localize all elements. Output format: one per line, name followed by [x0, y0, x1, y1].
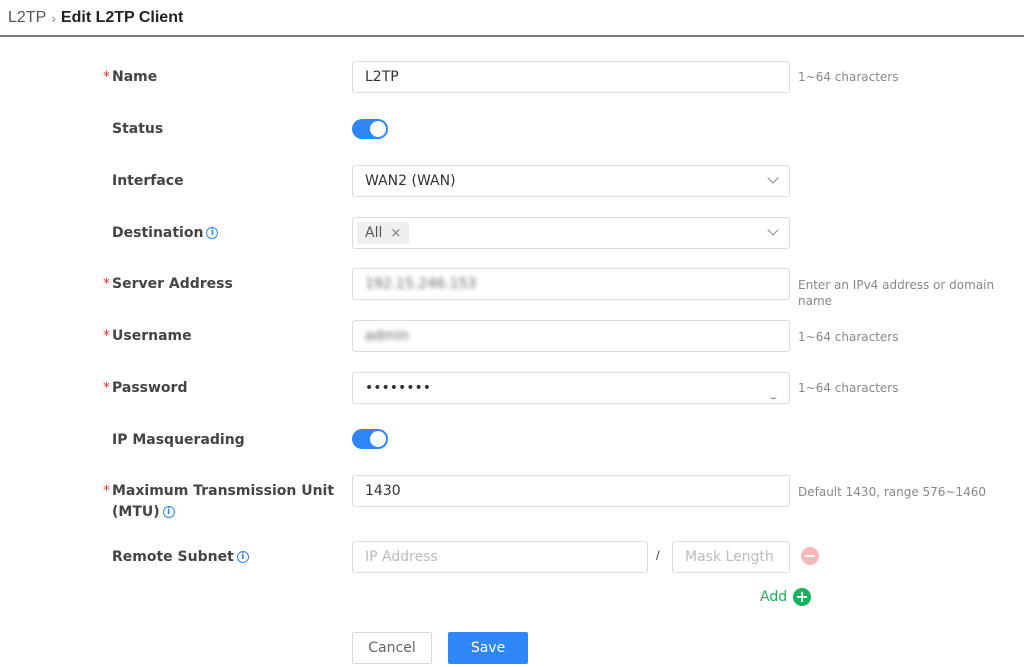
server-address-value: 192.15.246.153: [365, 276, 477, 292]
required-mark: *: [103, 69, 110, 85]
ip-masquerading-toggle[interactable]: [352, 429, 388, 449]
mtu-label-abbrev: (MTU): [112, 504, 160, 520]
username-value: admin: [365, 328, 409, 344]
status-label: Status: [112, 121, 164, 137]
password-input[interactable]: •••••••• ⌣: [352, 372, 790, 404]
toggle-knob: [370, 431, 386, 447]
name-input[interactable]: L2TP: [352, 61, 790, 93]
close-icon[interactable]: ×: [390, 226, 401, 241]
destination-tag-label: All: [365, 225, 383, 241]
page-title: Edit L2TP Client: [60, 8, 184, 26]
name-label: Name: [112, 69, 158, 85]
password-value: ••••••••: [365, 380, 432, 396]
breadcrumb-separator: ›: [51, 9, 56, 26]
interface-value: WAN2 (WAN): [365, 173, 456, 189]
mask-length-placeholder: Mask Length: [685, 549, 774, 565]
breadcrumb: L2TP › Edit L2TP Client: [0, 0, 1024, 37]
mtu-hint: Default 1430, range 576~1460: [798, 485, 987, 499]
username-input[interactable]: admin: [352, 320, 790, 352]
mtu-input[interactable]: 1430: [352, 475, 790, 507]
server-address-label: Server Address: [112, 276, 233, 292]
password-label: Password: [112, 380, 188, 396]
remote-subnet-ip-input[interactable]: IP Address: [352, 541, 648, 573]
destination-label-text: Destination: [112, 225, 204, 241]
remove-subnet-icon[interactable]: −: [801, 547, 819, 565]
toggle-knob: [370, 121, 386, 137]
subnet-separator: /: [656, 548, 660, 563]
eye-hidden-icon[interactable]: ⌣: [770, 383, 777, 413]
cancel-button[interactable]: Cancel: [352, 632, 432, 664]
password-hint: 1~64 characters: [798, 381, 899, 395]
username-hint: 1~64 characters: [798, 330, 899, 344]
save-button[interactable]: Save: [448, 632, 528, 664]
required-mark: *: [103, 328, 110, 344]
chevron-down-icon: [767, 224, 779, 236]
interface-select[interactable]: WAN2 (WAN): [352, 165, 790, 197]
ip-address-placeholder: IP Address: [365, 549, 438, 565]
server-address-input[interactable]: 192.15.246.153: [352, 268, 790, 300]
username-label: Username: [112, 328, 192, 344]
mtu-label: Maximum Transmission Unit: [112, 483, 335, 499]
destination-select[interactable]: All ×: [352, 217, 790, 249]
breadcrumb-parent-link[interactable]: L2TP: [8, 9, 46, 27]
required-mark: *: [103, 483, 110, 499]
add-label: Add: [760, 589, 788, 605]
info-icon[interactable]: i: [206, 227, 219, 239]
chevron-down-icon: [767, 172, 779, 184]
remote-subnet-label: Remote Subnet i: [112, 546, 249, 568]
add-subnet-button[interactable]: Add +: [760, 588, 812, 606]
info-icon[interactable]: i: [162, 506, 175, 518]
required-mark: *: [103, 276, 110, 292]
destination-tag: All ×: [357, 222, 410, 244]
remote-subnet-label-text: Remote Subnet: [112, 549, 234, 565]
ip-masquerading-label: IP Masquerading: [112, 432, 245, 448]
plus-icon: +: [793, 588, 812, 606]
server-address-hint: Enter an IPv4 address or domain name: [798, 278, 995, 308]
required-mark: *: [103, 380, 110, 396]
name-hint: 1~64 characters: [798, 70, 899, 84]
interface-label: Interface: [112, 173, 184, 189]
status-toggle[interactable]: [352, 119, 388, 139]
info-icon[interactable]: i: [236, 551, 249, 563]
remote-subnet-mask-input[interactable]: Mask Length: [672, 541, 790, 573]
destination-label: Destination i: [112, 222, 219, 244]
mtu-label-line2: (MTU) i: [112, 501, 175, 523]
